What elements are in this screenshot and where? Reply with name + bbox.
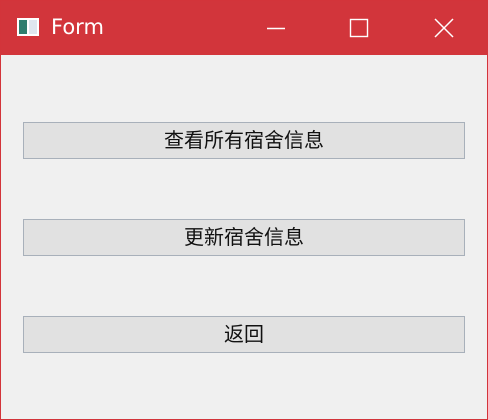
maximize-icon — [349, 18, 369, 38]
app-window: Form 查看所有宿舍信息 更新宿舍信息 返回 — [0, 0, 488, 420]
maximize-button[interactable] — [331, 1, 387, 55]
close-button[interactable] — [415, 1, 471, 55]
minimize-button[interactable] — [247, 1, 303, 55]
update-dorm-info-button[interactable]: 更新宿舍信息 — [23, 219, 465, 256]
view-all-dorm-info-button[interactable]: 查看所有宿舍信息 — [23, 122, 465, 159]
close-icon — [434, 18, 454, 38]
app-icon — [17, 18, 39, 36]
title-bar[interactable]: Form — [1, 1, 487, 55]
minimize-icon — [267, 27, 285, 30]
back-button[interactable]: 返回 — [23, 316, 465, 353]
window-title: Form — [51, 15, 104, 39]
